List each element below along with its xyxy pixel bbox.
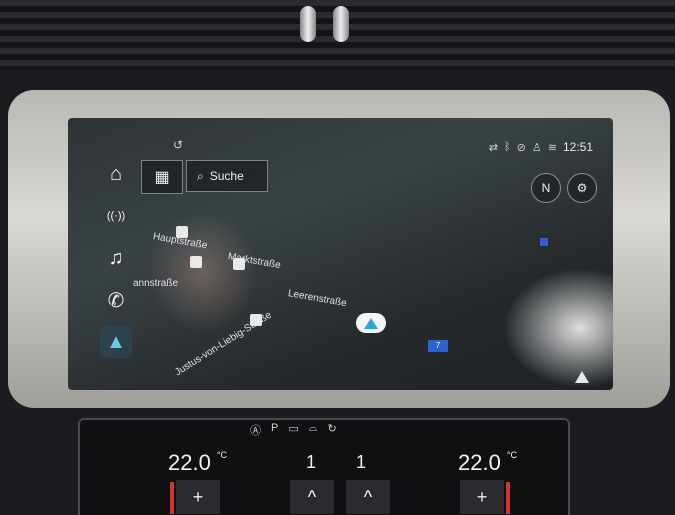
- grid-icon: ▦: [154, 169, 170, 186]
- apps-button[interactable]: ▦: [141, 160, 183, 194]
- climate-panel: Ⓐ P ▭ ⌓ ↻ 22.0 °C 22.0 °C 1 1 + ^ ^ +: [78, 418, 570, 515]
- north-icon: N: [541, 181, 551, 195]
- recirculation-icon[interactable]: ↻: [327, 422, 336, 438]
- vent-knob-right[interactable]: [333, 6, 349, 42]
- dashboard-vents: [0, 0, 675, 70]
- network-icon: ≋: [547, 141, 557, 154]
- right-seat-heat-indicator: [506, 482, 510, 514]
- glare: [503, 268, 613, 388]
- radio-icon[interactable]: ((·)): [100, 200, 132, 232]
- right-fan-up-button[interactable]: ^: [346, 480, 390, 514]
- reflection: [148, 213, 258, 333]
- settings-icon: ⚙: [576, 181, 588, 195]
- navigation-icon[interactable]: ▲: [100, 326, 132, 358]
- parking-heater-icon[interactable]: P: [271, 422, 278, 438]
- map-settings-button[interactable]: ⚙: [567, 173, 597, 203]
- right-temp-plus-button[interactable]: +: [460, 480, 504, 514]
- status-bar: ⇄ ᛒ ⊘ ♙ ≋ 12:51: [489, 140, 593, 154]
- poi-icon[interactable]: [233, 258, 245, 270]
- home-icon[interactable]: ⌂: [100, 158, 132, 190]
- search-label: Suche: [209, 169, 244, 183]
- rear-defrost-icon[interactable]: ▭: [288, 422, 298, 438]
- left-rail: ⌂ ((·)) ♫ ✆ ▲: [98, 158, 134, 358]
- left-temp-plus-button[interactable]: +: [176, 480, 220, 514]
- phone-icon[interactable]: ✆: [100, 284, 132, 316]
- left-fan-up-button[interactable]: ^: [290, 480, 334, 514]
- clock: 12:51: [562, 140, 593, 154]
- left-fan-level[interactable]: 1: [306, 452, 316, 473]
- temp-unit-right: °C: [506, 450, 518, 460]
- mute-icon: ⊘: [516, 141, 526, 154]
- poi-icon[interactable]: [190, 256, 202, 268]
- auto-off-icon[interactable]: Ⓐ: [250, 422, 261, 438]
- music-icon[interactable]: ♫: [100, 242, 132, 274]
- passenger-icon: ♙: [531, 141, 542, 154]
- north-up-button[interactable]: N: [531, 173, 561, 203]
- route-badge[interactable]: 7: [428, 340, 448, 352]
- bluetooth-icon: ᛒ: [504, 141, 511, 153]
- sync-icon: ↺: [173, 138, 184, 152]
- connected-car-icon: ⇄: [488, 141, 499, 154]
- poi-icon[interactable]: [176, 226, 188, 238]
- front-defrost-icon[interactable]: ⌓: [309, 422, 318, 438]
- infotainment-screen: ↺ ⇄ ᛒ ⊘ ♙ ≋ 12:51 ⌂ ((·)) ♫ ✆ ▲ ▦ ⌕ Such…: [68, 118, 613, 390]
- street-label: Leerenstraße: [287, 288, 348, 310]
- climate-icon-row: Ⓐ P ▭ ⌓ ↻: [250, 422, 337, 438]
- temp-unit-left: °C: [216, 450, 228, 460]
- traffic-marker[interactable]: [540, 238, 548, 246]
- direction-arrow-icon: [575, 371, 589, 383]
- left-seat-heat-indicator: [170, 482, 174, 514]
- vehicle-position-icon: [356, 313, 386, 333]
- vent-knob-left[interactable]: [300, 6, 316, 42]
- street-label: annstraße: [133, 278, 179, 289]
- right-temperature[interactable]: 22.0 °C: [458, 450, 517, 476]
- left-temperature[interactable]: 22.0 °C: [168, 450, 227, 476]
- search-icon: ⌕: [197, 168, 204, 183]
- poi-icon[interactable]: [250, 314, 262, 326]
- search-button[interactable]: ⌕ Suche: [186, 160, 268, 192]
- right-fan-level[interactable]: 1: [356, 452, 366, 473]
